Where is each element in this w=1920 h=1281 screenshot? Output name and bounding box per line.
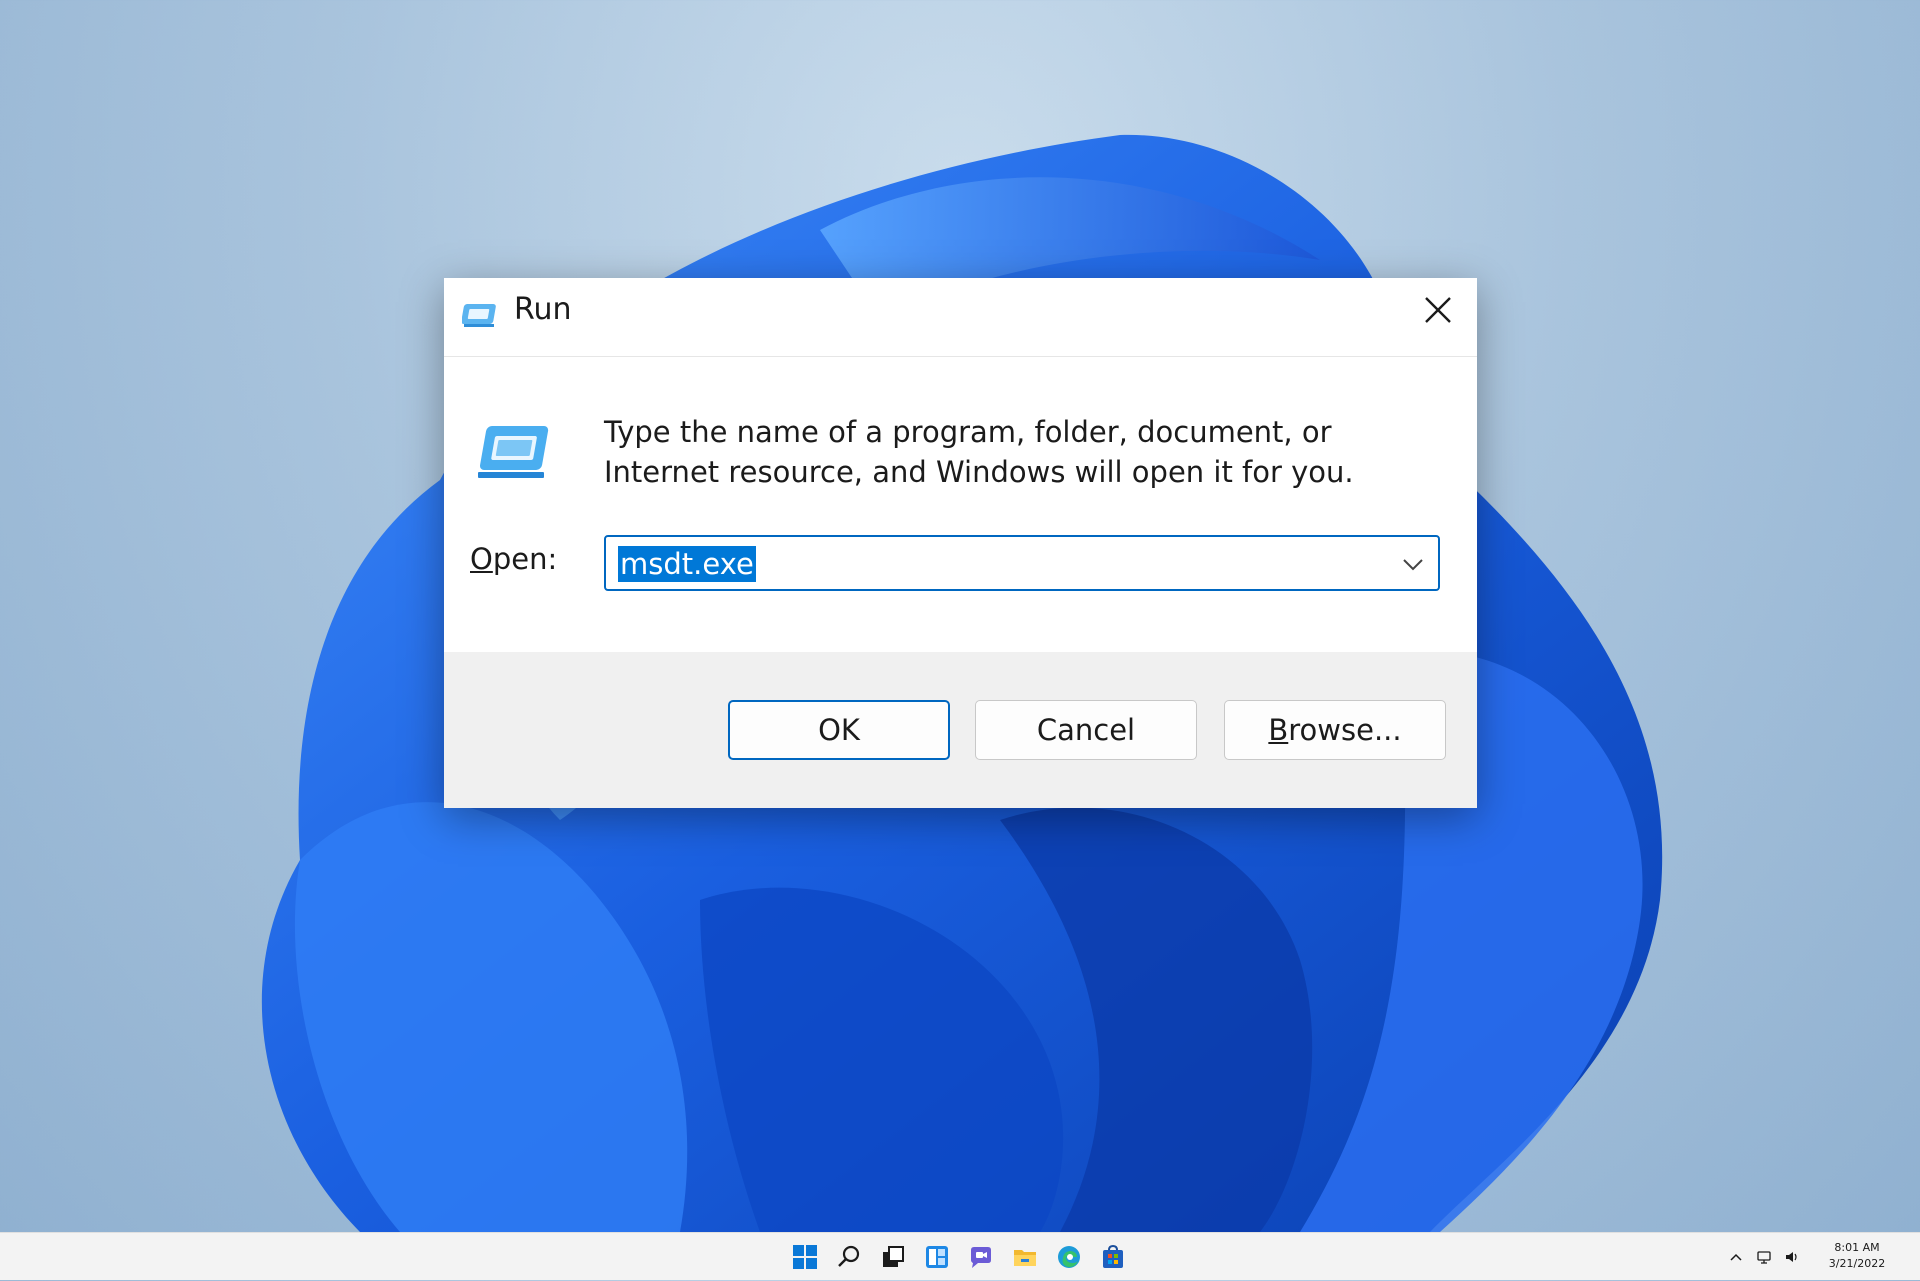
clock-date: 3/21/2022	[1828, 1257, 1886, 1270]
widgets-icon	[926, 1246, 948, 1268]
task-view-icon	[883, 1246, 904, 1267]
button-bar: OK Cancel Browse...	[444, 652, 1477, 808]
title-bar[interactable]: Run	[444, 278, 1477, 357]
chevron-down-icon[interactable]	[1398, 549, 1428, 579]
dialog-title: Run	[514, 292, 572, 327]
cancel-button[interactable]: Cancel	[975, 700, 1197, 760]
start-icon	[793, 1245, 817, 1269]
open-label: Open:	[470, 542, 557, 576]
clock-time: 8:01 AM	[1834, 1241, 1880, 1254]
taskbar-pinned-apps	[790, 1233, 1128, 1281]
chat-button[interactable]	[966, 1242, 996, 1272]
chat-icon	[971, 1247, 991, 1268]
edge-icon	[1058, 1246, 1080, 1268]
volume-icon[interactable]	[1784, 1249, 1800, 1265]
browse-accelerator: B	[1268, 713, 1289, 747]
taskbar-clock[interactable]: 8:01 AM 3/21/2022	[1812, 1240, 1902, 1272]
run-app-icon	[462, 304, 496, 327]
taskbar: 8:01 AM 3/21/2022	[0, 1232, 1920, 1280]
run-icon	[478, 426, 549, 478]
store-button[interactable]	[1098, 1242, 1128, 1272]
run-dialog: Run Type the name of a program, folder, …	[444, 278, 1477, 808]
widgets-button[interactable]	[922, 1242, 952, 1272]
start-button[interactable]	[790, 1242, 820, 1272]
file-explorer-icon	[1014, 1250, 1036, 1266]
task-view-button[interactable]	[878, 1242, 908, 1272]
search-icon	[838, 1245, 860, 1267]
store-icon	[1103, 1244, 1123, 1268]
open-label-text: pen:	[492, 542, 558, 576]
close-button[interactable]	[1399, 278, 1477, 342]
browse-button[interactable]: Browse...	[1224, 700, 1446, 760]
network-icon[interactable]	[1756, 1249, 1772, 1265]
file-explorer-button[interactable]	[1010, 1242, 1040, 1272]
open-combobox[interactable]: msdt.exe	[604, 535, 1440, 591]
edge-button[interactable]	[1054, 1242, 1084, 1272]
system-tray	[1728, 1233, 1800, 1281]
open-label-accelerator: O	[470, 542, 493, 576]
ok-button[interactable]: OK	[728, 700, 950, 760]
search-button[interactable]	[834, 1242, 864, 1272]
chevron-up-icon[interactable]	[1728, 1249, 1744, 1265]
dialog-description: Type the name of a program, folder, docu…	[604, 415, 1354, 489]
browse-label: rowse...	[1288, 713, 1402, 747]
close-icon	[1425, 297, 1451, 323]
open-input-value[interactable]: msdt.exe	[618, 546, 756, 582]
